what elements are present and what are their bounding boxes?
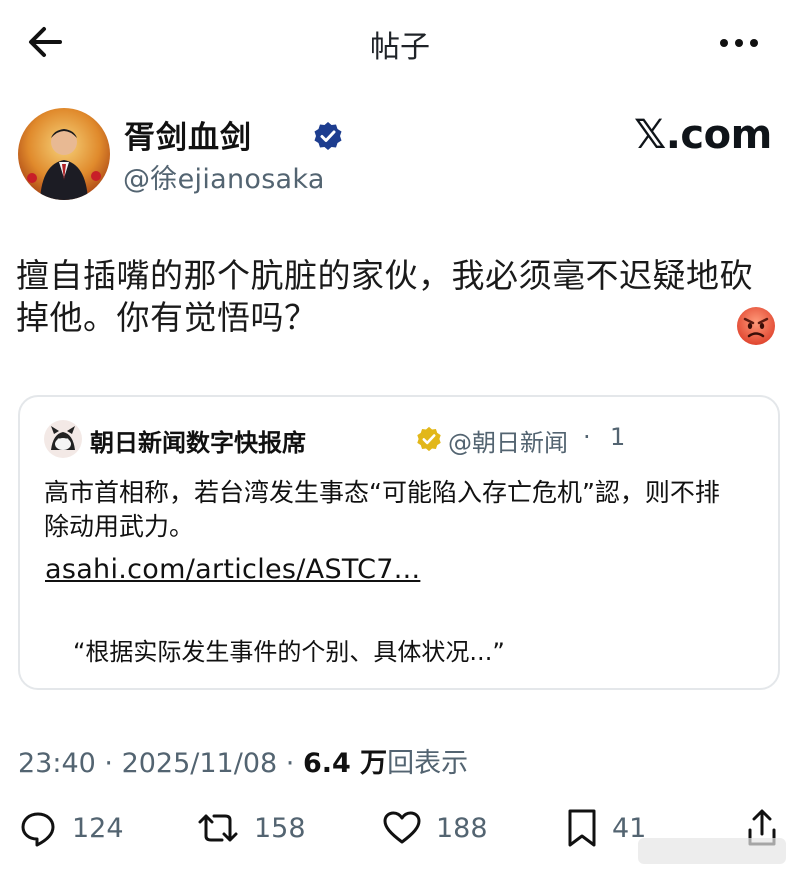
post-date: 2025/11/08 bbox=[121, 748, 278, 779]
post-text: 擅自插嘴的那个肮脏的家伙，我必须毫不迟疑地砍掉他。你有觉悟吗？ bbox=[16, 256, 753, 337]
repost-button[interactable]: 158 bbox=[196, 806, 306, 850]
bookmark-icon bbox=[568, 809, 596, 847]
post-meta: 23:40 · 2025/11/08 · 6.4 万回表示 bbox=[18, 741, 468, 780]
quoted-time: 1 bbox=[610, 423, 626, 451]
reply-button[interactable]: 124 bbox=[18, 806, 124, 850]
quoted-author-handle: @朝日新闻 bbox=[448, 429, 568, 457]
quoted-link[interactable]: asahi.com/articles/ASTC7... bbox=[45, 554, 420, 585]
more-dots-icon bbox=[720, 39, 758, 47]
quoted-link-excerpt: “根据实际发生事件的个别、具体状况...” bbox=[73, 638, 505, 666]
reply-icon bbox=[21, 812, 55, 847]
like-button[interactable]: 188 bbox=[382, 806, 488, 850]
heart-icon bbox=[383, 811, 421, 844]
angry-face-icon bbox=[736, 306, 776, 346]
x-com-logo: 𝕏.com bbox=[634, 112, 772, 158]
author-avatar[interactable] bbox=[18, 108, 110, 200]
author-handle[interactable]: @徐ejianosaka bbox=[123, 157, 325, 196]
repost-icon bbox=[198, 814, 238, 842]
quoted-author-avatar bbox=[44, 420, 82, 458]
reply-count: 124 bbox=[72, 812, 124, 844]
like-count: 188 bbox=[436, 812, 488, 844]
page-title: 帖子 bbox=[370, 30, 430, 65]
view-count: 6.4 万 bbox=[302, 748, 388, 779]
verified-badge-icon bbox=[313, 121, 343, 151]
bookmark-button[interactable]: 41 bbox=[566, 806, 646, 850]
gold-verified-badge-icon bbox=[416, 426, 442, 452]
more-options-button[interactable] bbox=[714, 28, 764, 58]
avatar-photo bbox=[18, 108, 110, 200]
repost-count: 158 bbox=[254, 812, 306, 844]
meta-separator: · bbox=[95, 748, 122, 779]
watermark-overlay bbox=[638, 838, 786, 864]
quoted-post-text: 高市首相称，若台湾发生事态“可能陷入存亡危机”認，则不排除动用武力。 bbox=[44, 478, 720, 541]
meta-separator: · bbox=[277, 748, 303, 779]
view-label: 回表示 bbox=[387, 748, 469, 779]
post-time: 23:40 bbox=[18, 748, 96, 779]
quoted-separator: · bbox=[583, 423, 591, 451]
author-name[interactable]: 胥剑血剑 bbox=[124, 112, 252, 157]
quoted-author-name: 朝日新闻数字快报席 bbox=[90, 429, 306, 457]
